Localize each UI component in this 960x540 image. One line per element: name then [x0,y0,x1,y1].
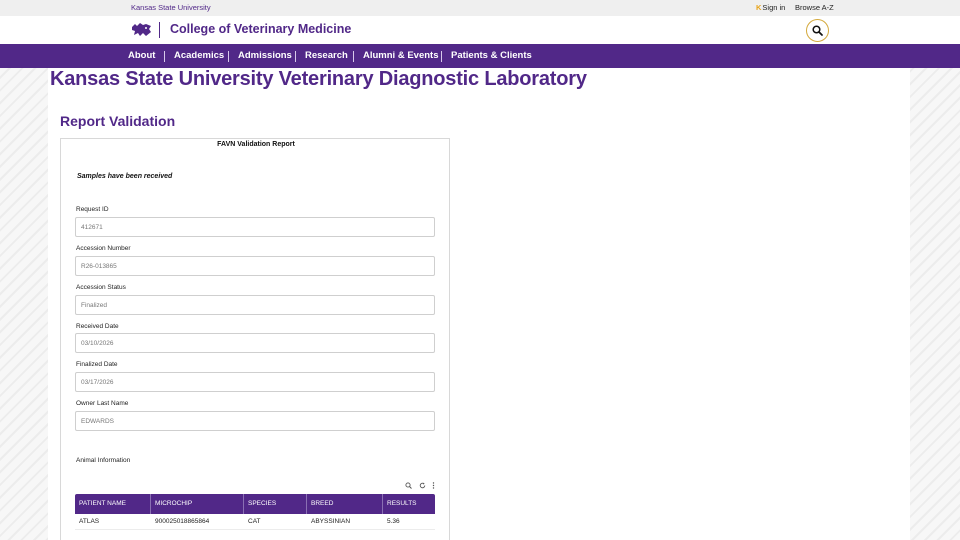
search-icon[interactable] [405,482,412,489]
nav-separator [228,51,229,62]
cell-breed: ABYSSINIAN [311,518,351,525]
refresh-icon[interactable] [419,482,426,489]
column-header-results[interactable]: RESULTS [383,494,435,514]
animal-information-label: Animal Information [76,457,131,464]
nav-item-patients-clients[interactable]: Patients & Clients [451,50,532,61]
utility-bar: Kansas State University KSign in Browse … [0,0,960,16]
table-toolbar [405,481,435,490]
accession-number-label: Accession Number [76,245,131,252]
finalized-date-label: Finalized Date [76,361,118,368]
report-title: FAVN Validation Report [217,141,295,148]
finalized-date-field[interactable] [75,372,435,392]
received-date-field[interactable] [75,333,435,353]
browse-a-z-link[interactable]: Browse A-Z [795,3,834,12]
nav-separator [164,51,165,62]
request-id-label: Request ID [76,206,109,213]
column-header-species[interactable]: SPECIES [244,494,307,514]
received-date-label: Received Date [76,323,119,330]
search-icon [812,25,823,36]
nav-separator [295,51,296,62]
column-header-breed[interactable]: BREED [307,494,383,514]
page-title: Kansas State University Veterinary Diagn… [50,68,587,90]
main-nav: About Academics Admissions Research Alum… [0,44,960,68]
animal-information-table: PATIENT NAME MICROCHIP SPECIES BREED RES… [75,494,435,530]
accession-number-field[interactable] [75,256,435,276]
status-message: Samples have been received [77,173,173,180]
owner-last-name-label: Owner Last Name [76,400,129,407]
accession-status-field[interactable] [75,295,435,315]
nav-item-admissions[interactable]: Admissions [238,50,292,61]
sign-in-label: Sign in [762,3,786,12]
header-divider [159,22,160,38]
report-panel: FAVN Validation Report Samples have been… [60,138,450,540]
accession-status-label: Accession Status [76,284,126,291]
column-header-microchip[interactable]: MICROCHIP [151,494,244,514]
table-header: PATIENT NAME MICROCHIP SPECIES BREED RES… [75,494,435,514]
k-state-icon: K [756,3,762,12]
college-name[interactable]: College of Veterinary Medicine [170,22,351,36]
sign-in-link[interactable]: KSign in [756,3,785,12]
nav-separator [353,51,354,62]
cell-microchip: 900025018865864 [155,518,210,525]
nav-item-about[interactable]: About [128,50,155,61]
section-title: Report Validation [60,113,176,129]
powercat-logo-icon[interactable] [131,23,152,37]
more-vertical-icon[interactable] [432,482,435,489]
nav-item-alumni-events[interactable]: Alumni & Events [363,50,439,61]
nav-item-research[interactable]: Research [305,50,348,61]
nav-item-academics[interactable]: Academics [174,50,224,61]
owner-last-name-field[interactable] [75,411,435,431]
cell-patient-name: ATLAS [79,518,100,525]
cell-species: CAT [248,518,261,525]
university-link[interactable]: Kansas State University [131,3,211,12]
nav-separator [441,51,442,62]
search-button[interactable] [806,19,829,42]
cell-results: 5.36 [387,518,400,525]
table-row[interactable]: ATLAS 900025018865864 CAT ABYSSINIAN 5.3… [75,514,435,530]
column-header-patient-name[interactable]: PATIENT NAME [75,494,151,514]
site-header: College of Veterinary Medicine [0,16,960,44]
request-id-field[interactable] [75,217,435,237]
